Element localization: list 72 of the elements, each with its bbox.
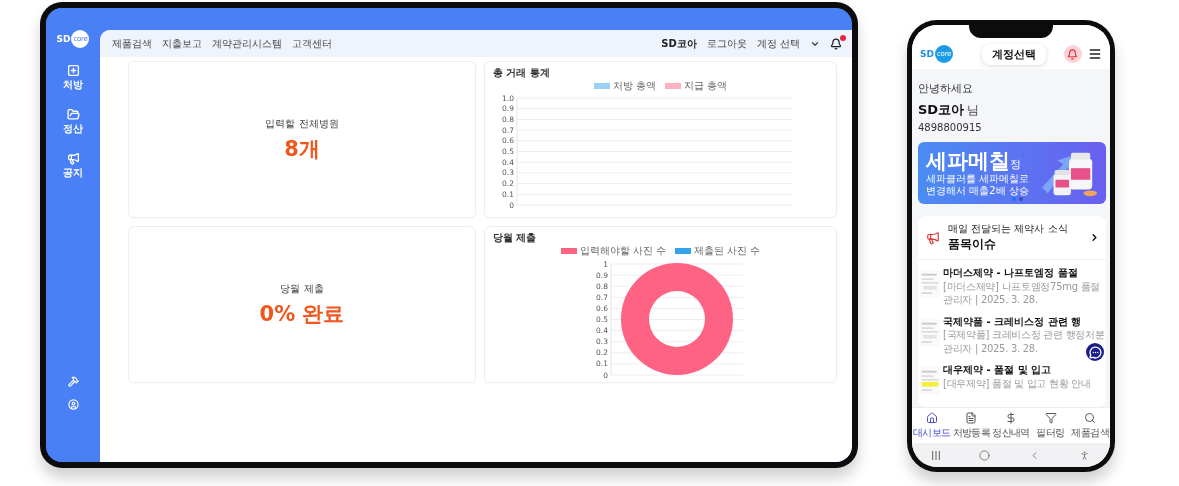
dollar-icon — [1005, 411, 1017, 424]
home-circle-icon[interactable] — [978, 449, 990, 461]
news-item-meta: 관리자 | 2025. 3. 28. — [943, 293, 1038, 307]
legend-label: 처방 총액 — [613, 79, 657, 93]
banner-title: 세파메칠 — [926, 148, 1010, 173]
bottom-nav-item[interactable]: 대시보드 — [912, 408, 952, 443]
user-id: 4898800915 — [918, 122, 983, 133]
nav-link[interactable]: 계약관리시스템 — [212, 36, 282, 51]
user-circle-icon[interactable] — [67, 399, 79, 410]
sidebar-item[interactable]: 정산 — [63, 108, 83, 136]
news-item-summary: [마더스제약] 나프토엠정75mg 품절 — [943, 279, 1100, 293]
chevron-right-icon — [1089, 232, 1100, 243]
alert-button[interactable] — [1064, 45, 1082, 63]
search-icon — [1084, 411, 1097, 424]
chart-title: 총 거래 통계 — [493, 66, 550, 80]
chart-title: 당월 제출 — [493, 231, 537, 245]
home-icon — [925, 411, 938, 424]
user-name: SD코아 — [918, 101, 965, 119]
plus-square-icon — [66, 64, 80, 77]
megaphone-icon — [66, 152, 80, 165]
news-item-title[interactable]: 대우제약 - 품절 및 입고 — [943, 363, 1052, 377]
bottom-nav-item[interactable]: 정산내역 — [991, 408, 1031, 443]
news-caption: 매일 전달되는 제약사 소식 — [948, 222, 1069, 236]
chat-button[interactable] — [1086, 343, 1104, 361]
bottom-nav-item[interactable]: 필터링 — [1030, 408, 1071, 443]
chat-icon — [1088, 345, 1102, 359]
legend-label: 입력해야할 사진 수 — [580, 244, 667, 258]
banner-title-suffix: 정 — [1010, 157, 1021, 171]
news-item-title[interactable]: 국제약품 - 크레비스정 관련 행 — [943, 314, 1082, 328]
promo-banner[interactable]: 세파메칠 정 세파클러를 세파메칠로 변경해서 매출2배 상승 — [918, 142, 1106, 204]
notification-badge — [840, 34, 846, 41]
menu-button[interactable] — [1088, 47, 1102, 61]
account-select[interactable]: 계정 선택 — [756, 36, 800, 51]
filter-icon — [1044, 411, 1057, 424]
honorific: 님 — [967, 102, 980, 119]
stat-value: 0% 완료 — [259, 300, 345, 328]
megaphone-icon — [926, 230, 940, 245]
greeting-text: 안녕하세요 — [918, 81, 974, 96]
nav-link[interactable]: 고객센터 — [292, 36, 332, 51]
banner-subtitle: 세파클러를 세파메칠로 변경해서 매출2배 상승 — [926, 173, 1031, 196]
legend-label: 지급 총액 — [683, 79, 727, 93]
news-item-meta: 관리자 | 2025. 3. 28. — [943, 341, 1038, 355]
bell-icon — [1067, 48, 1079, 60]
nav-link[interactable]: 제품검색 — [112, 36, 152, 51]
sidebar-item[interactable]: 처방 — [63, 64, 83, 92]
news-item-summary: [국제약품] 크레비스정 관련 행정처분 — [943, 328, 1105, 342]
logo-wordmark: SD — [56, 34, 71, 44]
stat-label: 당월 제출 — [280, 281, 324, 296]
carousel-dot[interactable] — [1019, 197, 1023, 201]
bottom-nav-item[interactable]: 제품검색 — [1070, 408, 1110, 443]
stat-label: 입력할 전체병원 — [265, 116, 339, 131]
document-icon — [965, 411, 978, 424]
account-select-button[interactable]: 계정선택 — [982, 43, 1047, 65]
logout-link[interactable]: 로그아웃 — [706, 36, 747, 51]
accessibility-icon[interactable] — [1079, 449, 1091, 461]
bell-icon — [830, 37, 842, 50]
bottom-nav-item[interactable]: 처방등록 — [951, 408, 992, 443]
news-item-summary: [대우제약] 품절 및 입고 현황 안내 — [943, 376, 1091, 390]
news-header-link[interactable]: 매일 전달되는 제약사 소식 품목이슈 — [918, 216, 1106, 260]
hammer-icon[interactable] — [67, 376, 79, 387]
legend-label: 제출된 사진 수 — [693, 244, 760, 258]
news-title: 품목이슈 — [948, 236, 997, 253]
folder-icon — [66, 108, 80, 121]
news-item-title[interactable]: 마더스제약 - 나프토엠정 품절 — [943, 266, 1078, 280]
carousel-dot[interactable] — [1012, 197, 1016, 201]
stat-value: 8개 — [284, 135, 320, 163]
logo-wordmark: SD — [920, 49, 934, 59]
user-name: SD코아 — [661, 36, 697, 51]
sidebar-item[interactable]: 공지 — [63, 152, 83, 180]
recent-apps-icon[interactable] — [931, 450, 940, 460]
nav-link[interactable]: 지출보고 — [162, 36, 202, 51]
menu-icon — [1088, 47, 1102, 61]
